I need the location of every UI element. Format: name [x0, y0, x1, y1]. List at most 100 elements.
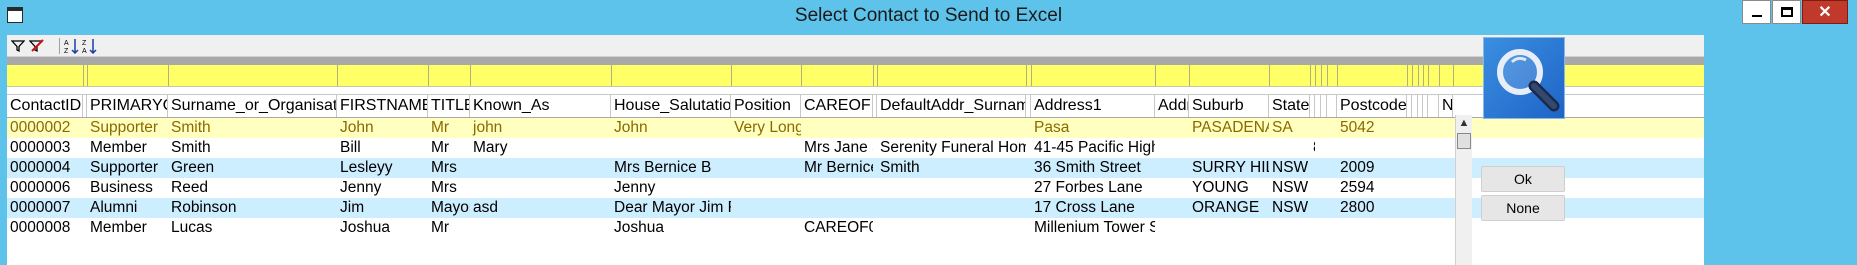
table-cell[interactable]: SURRY HIL — [1189, 158, 1269, 178]
table-cell[interactable] — [877, 218, 1026, 238]
table-cell[interactable]: Joshua — [611, 218, 731, 238]
table-cell[interactable] — [1269, 138, 1310, 158]
column-header[interactable]: Known_As — [470, 95, 611, 117]
table-cell[interactable]: SA — [1269, 118, 1310, 138]
table-cell[interactable]: Serenity Funeral Home — [877, 138, 1026, 158]
table-cell[interactable] — [1439, 218, 1453, 238]
table-cell[interactable]: 5042 — [1337, 118, 1407, 138]
table-cell[interactable]: Supporter — [87, 118, 168, 138]
filter-icon[interactable] — [9, 37, 27, 55]
table-cell[interactable]: Very Long — [731, 118, 801, 138]
table-cell[interactable] — [470, 178, 611, 198]
table-cell[interactable]: Bill — [337, 138, 428, 158]
table-cell[interactable] — [1155, 138, 1189, 158]
sort-ascending-icon[interactable]: AZ — [63, 37, 81, 55]
table-cell[interactable]: Supporter — [87, 158, 168, 178]
table-cell[interactable]: Mayor — [428, 198, 470, 218]
table-cell[interactable]: 41-45 Pacific Highw — [1031, 138, 1155, 158]
table-cell[interactable]: Alumni — [87, 198, 168, 218]
table-cell[interactable] — [470, 158, 611, 178]
column-header[interactable]: N — [1439, 95, 1453, 117]
table-cell[interactable] — [1155, 118, 1189, 138]
table-cell[interactable]: Mr — [428, 138, 470, 158]
table-cell[interactable]: Joshua — [337, 218, 428, 238]
table-cell[interactable]: Green — [168, 158, 337, 178]
table-cell[interactable]: Millenium Tower Su — [1031, 218, 1155, 238]
table-cell[interactable] — [1327, 178, 1337, 198]
table-cell[interactable]: john — [470, 118, 611, 138]
column-header[interactable]: Position — [731, 95, 801, 117]
column-header[interactable] — [1327, 95, 1337, 117]
table-cell[interactable]: YOUNG — [1189, 178, 1269, 198]
table-cell[interactable]: Lesleyy — [337, 158, 428, 178]
table-cell[interactable]: Pasa — [1031, 118, 1155, 138]
minimize-button[interactable] — [1742, 0, 1771, 24]
table-cell[interactable]: Smith — [168, 118, 337, 138]
table-cell[interactable]: Mrs — [428, 178, 470, 198]
column-header[interactable]: CAREOF — [801, 95, 873, 117]
none-button[interactable]: None — [1481, 195, 1565, 221]
column-header[interactable]: Suburb — [1189, 95, 1269, 117]
column-header[interactable]: FIRSTNAME — [337, 95, 428, 117]
scroll-up-icon[interactable]: ▲ — [1456, 117, 1472, 131]
table-cell[interactable] — [801, 198, 873, 218]
table-cell[interactable] — [1155, 158, 1189, 178]
table-cell[interactable] — [1428, 178, 1439, 198]
table-cell[interactable]: 27 Forbes Lane — [1031, 178, 1155, 198]
table-row[interactable]: 0000002 Supporter Smith John Mr john John Very … — [7, 118, 1704, 138]
column-header[interactable]: TITLE — [428, 95, 470, 117]
table-cell[interactable]: NSW — [1269, 198, 1310, 218]
table-cell[interactable]: 0000006 — [7, 178, 83, 198]
table-cell[interactable] — [1428, 218, 1439, 238]
table-row[interactable]: 0000004 Supporter Green Lesleyy Mrs Mrs Berni… — [7, 158, 1704, 178]
table-cell[interactable]: 0000003 — [7, 138, 83, 158]
vertical-scrollbar[interactable]: ▲ — [1455, 115, 1472, 265]
table-cell[interactable]: 0000004 — [7, 158, 83, 178]
filter-row[interactable] — [7, 65, 1704, 87]
table-cell[interactable]: Jenny — [611, 178, 731, 198]
table-cell[interactable] — [1155, 198, 1189, 218]
table-cell[interactable] — [1327, 218, 1337, 238]
table-cell[interactable]: John — [611, 118, 731, 138]
table-cell[interactable] — [877, 178, 1026, 198]
sort-descending-icon[interactable]: ZA — [81, 37, 99, 55]
table-cell[interactable] — [1327, 158, 1337, 178]
table-cell[interactable] — [1189, 138, 1269, 158]
table-cell[interactable] — [1428, 118, 1439, 138]
table-cell[interactable]: Business — [87, 178, 168, 198]
table-cell[interactable]: 2594 — [1337, 178, 1407, 198]
table-cell[interactable] — [801, 178, 873, 198]
table-cell[interactable]: John — [337, 118, 428, 138]
table-cell[interactable]: Mrs — [428, 158, 470, 178]
table-cell[interactable]: 2800 — [1337, 198, 1407, 218]
table-cell[interactable]: NSW — [1269, 158, 1310, 178]
table-cell[interactable]: Mr — [428, 118, 470, 138]
scroll-thumb[interactable] — [1457, 133, 1471, 149]
title-bar[interactable]: Select Contact to Send to Excel ✕ — [0, 0, 1857, 30]
table-cell[interactable] — [1189, 218, 1269, 238]
table-cell[interactable]: ORANGE — [1189, 198, 1269, 218]
table-row[interactable]: 0000007 Alumni Robinson Jim Mayor asd Dear May… — [7, 198, 1704, 218]
table-cell[interactable]: Mr — [428, 218, 470, 238]
column-header[interactable]: ContactID — [7, 95, 83, 117]
column-header[interactable]: PRIMARYCA — [87, 95, 168, 117]
table-cell[interactable]: Mr Bernice — [801, 158, 873, 178]
ok-button[interactable]: Ok — [1481, 166, 1565, 192]
table-cell[interactable] — [1428, 138, 1439, 158]
table-cell[interactable]: 0000008 — [7, 218, 83, 238]
table-cell[interactable] — [1337, 138, 1407, 158]
table-cell[interactable] — [1439, 158, 1453, 178]
table-cell[interactable] — [1337, 218, 1407, 238]
table-cell[interactable]: Smith — [877, 158, 1026, 178]
column-header[interactable] — [1428, 95, 1439, 117]
table-cell[interactable] — [1327, 138, 1337, 158]
table-cell[interactable]: CAREOF0 — [801, 218, 873, 238]
column-header[interactable]: Address1 — [1031, 95, 1155, 117]
table-cell[interactable] — [1327, 198, 1337, 218]
column-header[interactable]: Addr — [1155, 95, 1189, 117]
table-cell[interactable] — [1155, 178, 1189, 198]
table-cell[interactable] — [1439, 138, 1453, 158]
column-header[interactable]: House_Salutation — [611, 95, 731, 117]
table-cell[interactable]: Robinson — [168, 198, 337, 218]
table-cell[interactable] — [731, 158, 801, 178]
